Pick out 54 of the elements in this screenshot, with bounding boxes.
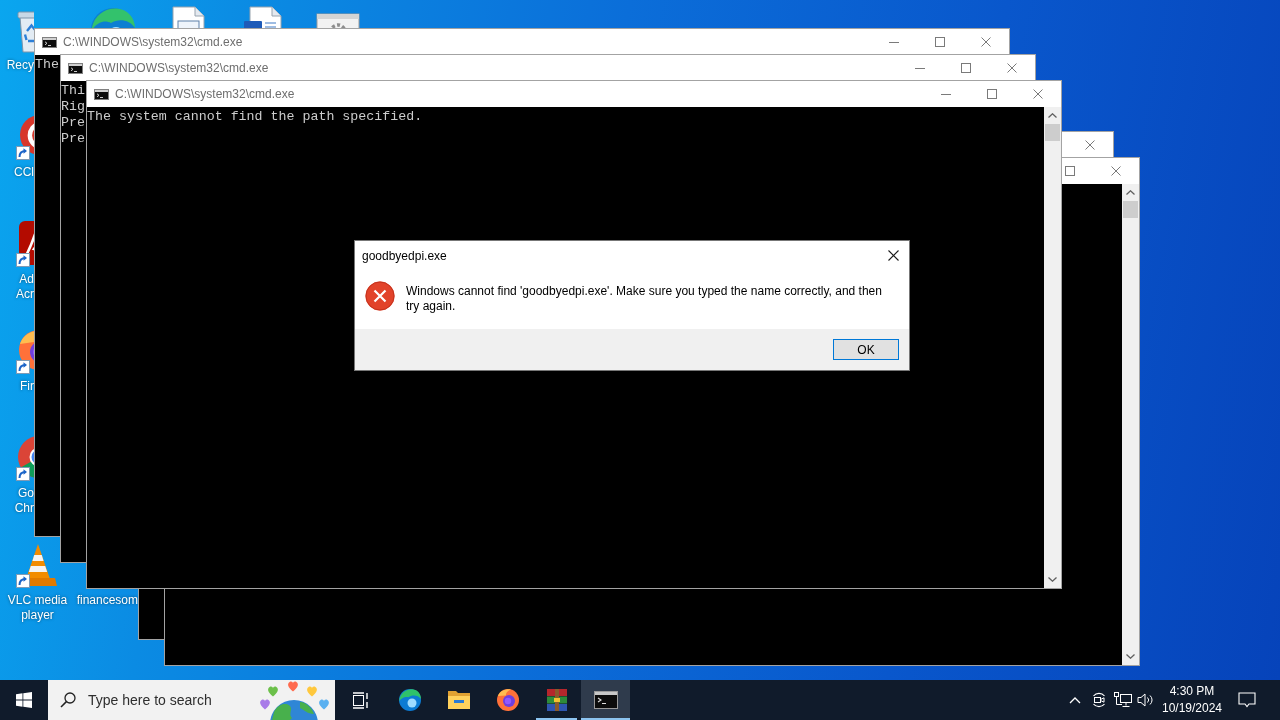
search-icon: [60, 692, 76, 708]
desktop-icon-label[interactable]: Recy: [6, 58, 34, 73]
error-message: Windows cannot find 'goodbyedpi.exe'. Make sure you typed the name correctly, and then try again.: [406, 284, 883, 314]
book-stack-icon[interactable]: [544, 688, 569, 712]
search-field[interactable]: Type here to search: [48, 680, 335, 720]
search-input[interactable]: Type here to search: [88, 689, 238, 711]
maximize-icon[interactable]: [1065, 166, 1075, 176]
folder-icon[interactable]: [446, 688, 471, 712]
notification-icon[interactable]: [1238, 692, 1256, 708]
firefox-icon[interactable]: [495, 688, 520, 712]
dialog-title: goodbyedpi.exe: [362, 247, 447, 265]
edge-icon[interactable]: [397, 688, 422, 712]
maximize-icon[interactable]: [961, 63, 971, 73]
dialog-button[interactable]: OK: [833, 339, 899, 360]
maximize-icon[interactable]: [987, 89, 997, 99]
window-title: C:\WINDOWS\system32\cmd.exe: [115, 86, 295, 103]
chevron-up-icon[interactable]: [1069, 696, 1081, 704]
clock-date[interactable]: 10/19/2024: [1161, 700, 1223, 717]
clock-time[interactable]: 4:30 PM: [1169, 683, 1215, 700]
close-icon[interactable]: [887, 250, 899, 261]
desktop-icon-label[interactable]: Fir: [20, 379, 34, 394]
minimize-icon[interactable]: [915, 67, 925, 69]
desktop-icon-label[interactable]: CCl: [14, 165, 34, 180]
desktop-icon-label[interactable]: financesom: [76, 593, 138, 608]
console-icon: [94, 88, 109, 100]
console-text: Thi: [61, 83, 85, 99]
scrollbar[interactable]: [1044, 107, 1061, 588]
maximize-icon[interactable]: [935, 37, 945, 47]
console-text: Pre: [61, 115, 85, 131]
console-icon[interactable]: [593, 688, 618, 712]
window-title: C:\WINDOWS\system32\cmd.exe: [63, 34, 243, 51]
console-icon: [68, 62, 83, 74]
console-text: The: [35, 57, 59, 73]
console-text: Rig: [61, 99, 85, 115]
minimize-icon[interactable]: [941, 93, 951, 95]
desktop-icon-label[interactable]: Ad Acr: [16, 272, 34, 302]
desktop-icon-label[interactable]: Go Chr: [14, 486, 34, 516]
acrobat-icon[interactable]: [13, 220, 34, 268]
scrollbar[interactable]: [1122, 184, 1139, 665]
scrollbar-thumb[interactable]: [1045, 124, 1060, 141]
desktop-icon-label[interactable]: VLC media player: [7, 593, 68, 623]
taskbar-button[interactable]: [581, 680, 630, 720]
windows-logo-icon[interactable]: [16, 692, 32, 708]
window-title: C:\WINDOWS\system32\cmd.exe: [89, 60, 269, 77]
task-view-icon[interactable]: [350, 691, 370, 709]
console-text: Pre: [61, 131, 85, 147]
console-icon: [42, 36, 57, 48]
network-icon[interactable]: [1114, 692, 1132, 708]
minimize-icon[interactable]: [889, 41, 899, 43]
speaker-icon[interactable]: [1137, 692, 1155, 708]
error-icon: [365, 281, 395, 311]
scrollbar-thumb[interactable]: [1123, 201, 1138, 218]
webcam-icon[interactable]: [1091, 691, 1107, 709]
console-text: The system cannot find the path specified.: [87, 109, 423, 125]
